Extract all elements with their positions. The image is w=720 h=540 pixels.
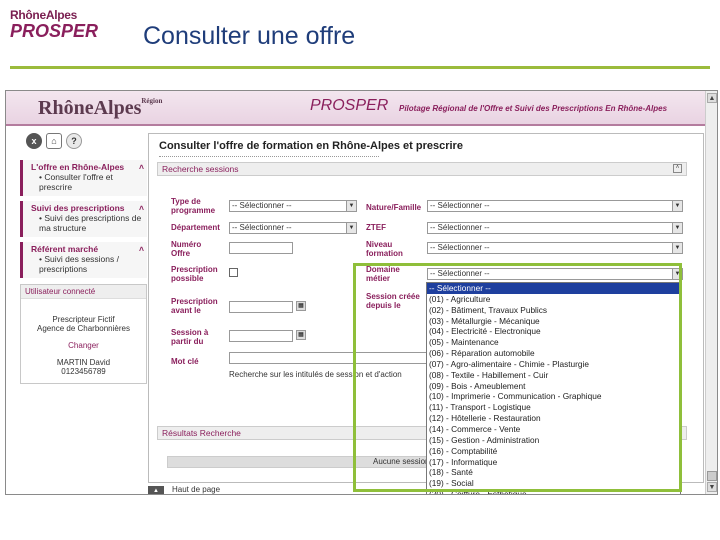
highlight-box (353, 263, 682, 492)
scroll-thumb[interactable] (707, 471, 717, 481)
banner-subtitle: Pilotage Régional de l'Offre et Suivi de… (399, 104, 668, 113)
sidebar-section-title: Référent marché (31, 244, 99, 254)
collapse-section-icon[interactable]: ˄ (673, 164, 682, 173)
sidebar-item-label: Consulter l'offre et (44, 172, 113, 182)
user-name: Prescripteur Fictif (52, 315, 115, 324)
section-title: Recherche sessions (162, 164, 239, 174)
label-numero-offre: Numéro Offre (171, 240, 202, 258)
sidebar-section-suivi: Suivi des prescriptions ˄ • Suivi des pre… (20, 201, 147, 237)
label-type-programme: Type de programme (171, 197, 216, 215)
chevron-down-icon: ▼ (672, 243, 682, 253)
sidebar-item-label: prescrire (39, 182, 73, 192)
collapse-icon[interactable]: ˄ (139, 244, 144, 254)
help-icon[interactable]: ? (66, 133, 82, 149)
sidebar-toolbar: x ⌂ ? (26, 133, 147, 155)
scroll-down-icon[interactable]: ▼ (707, 482, 717, 492)
select-nature-famille[interactable]: -- Sélectionner -- ▼ (427, 200, 683, 212)
select-departement[interactable]: -- Sélectionner -- ▼ (229, 222, 357, 234)
select-value: -- Sélectionner -- (430, 223, 490, 232)
sidebar-section-title: L'offre en Rhône-Alpes (31, 162, 125, 172)
label-prescription-avant: Prescription avant le (171, 297, 218, 315)
chevron-down-icon: ▼ (346, 223, 356, 233)
chevron-down-icon: ▼ (346, 201, 356, 211)
banner-logo-text: RhôneAlpes (38, 97, 142, 119)
vertical-scrollbar[interactable]: ▲ ▼ (705, 91, 717, 494)
select-value: -- Sélectionner -- (430, 243, 490, 252)
sidebar-item-label: prescriptions (39, 264, 88, 274)
label-departement: Département (171, 223, 220, 232)
sidebar-section-referent: Référent marché ˄ • Suivi des sessions / p… (20, 242, 147, 278)
change-user-link[interactable]: Changer (21, 341, 146, 350)
chevron-down-icon: ▼ (672, 223, 682, 233)
sidebar-item-suivi-prescriptions[interactable]: • Suivi des prescriptions de ma structure (31, 213, 144, 233)
sidebar-item-consulter[interactable]: • Consulter l'offre et prescrire (31, 172, 144, 192)
title-dots (159, 156, 379, 157)
calendar-icon[interactable]: ▦ (296, 330, 306, 340)
label-niveau-formation: Niveau formation (366, 240, 403, 258)
checkbox-prescription-possible[interactable] (229, 268, 238, 277)
banner-logo: RhôneAlpesRégion (38, 97, 162, 120)
select-value: -- Sélectionner -- (430, 201, 490, 210)
select-ztef[interactable]: -- Sélectionner -- ▼ (427, 222, 683, 234)
select-type-programme[interactable]: -- Sélectionner -- ▼ (229, 200, 357, 212)
logo-region-text: RhôneAlpes (10, 8, 78, 22)
label-nature-famille: Nature/Famille (366, 203, 422, 212)
user-panel: Utilisateur connecté Prescripteur Fictif… (20, 284, 147, 384)
label-session-partir: Session à partir du (171, 328, 209, 346)
sidebar: x ⌂ ? L'offre en Rhône-Alpes ˄ • Consulte… (20, 133, 147, 384)
sidebar-item-label: ma structure (39, 223, 87, 233)
close-icon[interactable]: x (26, 133, 42, 149)
slide-logo: RhôneAlpes PROSPER (10, 8, 120, 48)
search-section-header: Recherche sessions ˄ (157, 162, 687, 176)
user-agency: Agence de Charbonnières (37, 324, 130, 333)
label-ztef: ZTEF (366, 223, 386, 232)
sidebar-item-suivi-sessions[interactable]: • Suivi des sessions / prescriptions (31, 254, 144, 274)
input-prescription-avant[interactable] (229, 301, 293, 313)
select-value: -- Sélectionner -- (232, 201, 292, 210)
select-value: -- Sélectionner -- (232, 223, 292, 232)
label-prescription-possible: Prescription possible (171, 265, 218, 283)
home-icon[interactable]: ⌂ (46, 133, 62, 149)
page-title: Consulter l'offre de formation en Rhône-… (159, 140, 463, 152)
sidebar-item-label: Suivi des prescriptions de (44, 213, 142, 223)
chevron-down-icon: ▼ (672, 201, 682, 211)
select-niveau-formation[interactable]: -- Sélectionner -- ▼ (427, 242, 683, 254)
input-session-partir[interactable] (229, 330, 293, 342)
slide-title: Consulter une offre (143, 22, 356, 50)
section-title: Résultats Recherche (162, 428, 241, 438)
user-person: MARTIN David (56, 358, 111, 367)
collapse-icon[interactable]: ˄ (139, 162, 144, 172)
sidebar-section-offre: L'offre en Rhône-Alpes ˄ • Consulter l'of… (20, 160, 147, 196)
sidebar-section-title: Suivi des prescriptions (31, 203, 125, 213)
sidebar-item-label: Suivi des sessions / (44, 254, 119, 264)
banner-logo-sup: Région (141, 97, 163, 105)
input-numero-offre[interactable] (229, 242, 293, 254)
back-to-top-icon[interactable]: ▲ (148, 486, 164, 494)
user-phone: 0123456789 (61, 367, 106, 376)
user-panel-header: Utilisateur connecté (21, 285, 146, 299)
calendar-icon[interactable]: ▦ (296, 301, 306, 311)
label-mot-cle: Mot clé (171, 357, 199, 366)
scroll-up-icon[interactable]: ▲ (707, 93, 717, 103)
collapse-icon[interactable]: ˄ (139, 203, 144, 213)
banner-prosper: PROSPER (310, 97, 389, 114)
app-banner: RhôneAlpesRégion PROSPER Pilotage Région… (6, 91, 706, 126)
logo-prosper-text: PROSPER (10, 21, 99, 41)
back-to-top-link[interactable]: Haut de page (172, 485, 220, 494)
title-divider (10, 66, 710, 69)
